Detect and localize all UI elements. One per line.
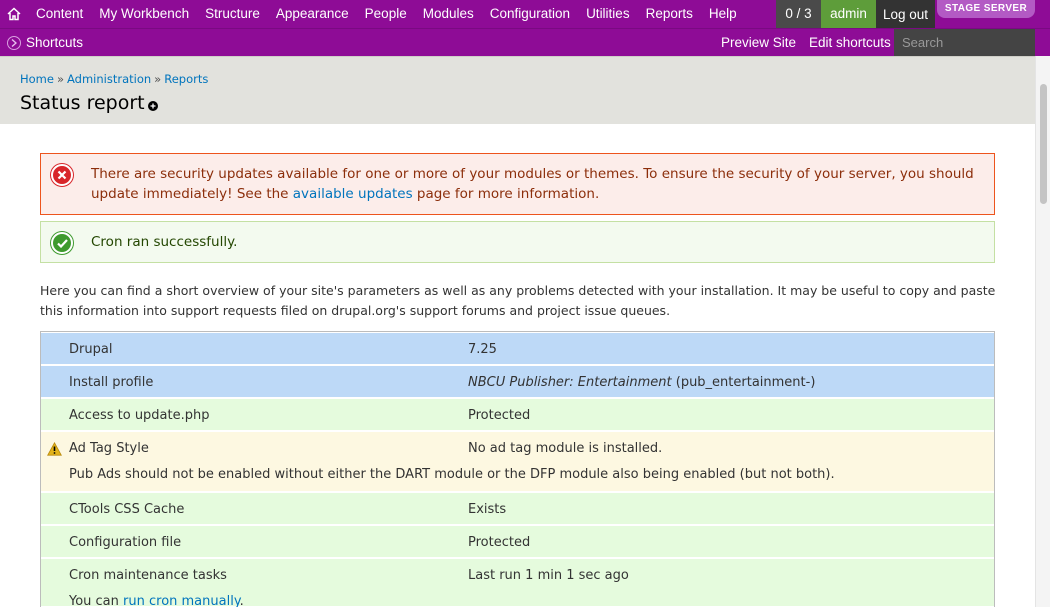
error-text: There are security updates available for… <box>91 166 974 202</box>
add-shortcut-icon[interactable] <box>148 101 158 111</box>
preview-site-link[interactable]: Preview Site <box>721 29 796 56</box>
row-description: You can run cron manually. <box>69 594 244 607</box>
environment-badge: STAGE SERVER <box>937 0 1035 18</box>
row-value: Protected <box>468 408 531 423</box>
row-title: CTools CSS Cache <box>69 502 185 517</box>
scrollbar[interactable] <box>1035 56 1050 607</box>
menu-item-content[interactable]: Content <box>28 0 91 28</box>
logout-link[interactable]: Log out <box>876 0 935 28</box>
menu-item-my-workbench[interactable]: My Workbench <box>91 0 197 28</box>
row-title: Cron maintenance tasks <box>69 568 227 583</box>
edit-shortcuts-link[interactable]: Edit shortcuts <box>809 29 891 56</box>
status-row-ad-tag-style: Ad Tag Style No ad tag module is install… <box>40 431 995 492</box>
row-value: NBCU Publisher: Entertainment (pub_enter… <box>468 375 816 390</box>
error-icon <box>51 164 73 186</box>
status-row-drupal: Drupal 7.25 <box>40 332 995 365</box>
shortcuts-label: Shortcuts <box>26 35 84 50</box>
row-description: Pub Ads should not be enabled without ei… <box>69 467 835 482</box>
user-link[interactable]: admin <box>821 0 876 28</box>
breadcrumb: Home» Administration» Reports <box>20 72 208 86</box>
menu-item-people[interactable]: People <box>357 0 415 28</box>
menu-item-utilities[interactable]: Utilities <box>578 0 638 28</box>
row-value: Exists <box>468 502 507 517</box>
error-message: There are security updates available for… <box>40 153 995 215</box>
breadcrumb-separator: » <box>154 72 162 86</box>
checkmark-icon <box>51 232 73 254</box>
workbench-counter[interactable]: 0 / 3 <box>776 0 821 28</box>
menu-item-reports[interactable]: Reports <box>638 0 701 28</box>
shortcuts-bar: Shortcuts Preview Site Edit shortcuts <box>0 28 1050 56</box>
home-icon[interactable] <box>0 0 28 28</box>
menu-item-modules[interactable]: Modules <box>415 0 482 28</box>
status-row-install-profile: Install profile NBCU Publisher: Entertai… <box>40 365 995 398</box>
shortcuts-toggle[interactable]: Shortcuts <box>7 29 83 56</box>
status-message: Cron ran successfully. <box>40 221 995 263</box>
status-row-access-update: Access to update.php Protected <box>40 398 995 431</box>
row-value: Last run 1 min 1 sec ago <box>468 568 629 583</box>
breadcrumb-home[interactable]: Home <box>20 72 54 86</box>
menu-item-structure[interactable]: Structure <box>197 0 268 28</box>
toolbar-menu: Content My Workbench Structure Appearanc… <box>0 0 745 28</box>
row-value: Protected <box>468 535 531 550</box>
user-area: 0 / 3 admin Log out <box>776 0 935 28</box>
search-input[interactable] <box>894 29 1035 56</box>
menu-item-configuration[interactable]: Configuration <box>482 0 578 28</box>
warning-icon <box>47 441 62 460</box>
breadcrumb-administration[interactable]: Administration <box>67 72 151 86</box>
status-text: Cron ran successfully. <box>91 234 238 250</box>
menu-item-help[interactable]: Help <box>701 0 745 28</box>
row-title: Access to update.php <box>69 408 210 423</box>
available-updates-link[interactable]: available updates <box>293 186 413 202</box>
row-title: Drupal <box>69 342 113 357</box>
chevron-right-icon <box>7 35 21 50</box>
row-value: No ad tag module is installed. <box>468 441 663 456</box>
status-row-cron: Cron maintenance tasks Last run 1 min 1 … <box>40 558 995 607</box>
breadcrumb-reports[interactable]: Reports <box>164 72 208 86</box>
row-value: 7.25 <box>468 342 497 357</box>
row-title: Configuration file <box>69 535 182 550</box>
row-title: Ad Tag Style <box>69 441 149 456</box>
run-cron-link[interactable]: run cron manually <box>123 594 240 607</box>
menu-item-appearance[interactable]: Appearance <box>268 0 357 28</box>
intro-text: Here you can find a short overview of yo… <box>40 283 996 318</box>
breadcrumb-separator: » <box>56 72 65 86</box>
admin-toolbar: Content My Workbench Structure Appearanc… <box>0 0 1050 28</box>
status-row-ctools-css-cache: CTools CSS Cache Exists <box>40 492 995 525</box>
page-header: Home» Administration» Reports Status repor… <box>0 56 1035 124</box>
status-row-configuration-file: Configuration file Protected <box>40 525 995 558</box>
row-title: Install profile <box>69 375 154 390</box>
page-title: Status report <box>20 92 145 114</box>
scrollbar-thumb[interactable] <box>1040 84 1047 204</box>
